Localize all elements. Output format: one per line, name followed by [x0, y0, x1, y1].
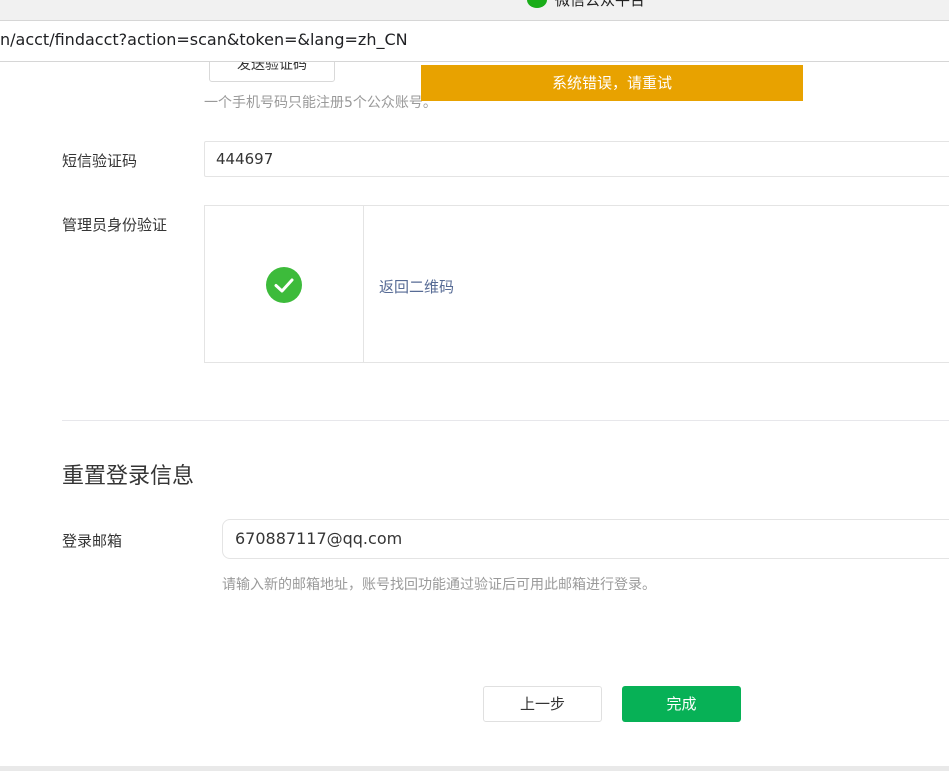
url-text[interactable]: n/acct/findacct?action=scan&token=&lang=… — [0, 30, 408, 49]
login-email-label: 登录邮箱 — [62, 532, 123, 550]
page-bottom-bar — [0, 766, 949, 771]
sms-code-label: 短信验证码 — [62, 152, 138, 170]
wechat-icon — [527, 0, 547, 8]
send-code-button[interactable]: 发送验证码 — [209, 62, 335, 82]
admin-verify-label: 管理员身份验证 — [62, 216, 168, 234]
admin-verify-box: 返回二维码 — [204, 205, 949, 363]
error-toast: 系统错误，请重试 — [421, 65, 803, 101]
address-bar[interactable]: n/acct/findacct?action=scan&token=&lang=… — [0, 20, 949, 62]
login-email-tip: 请输入新的邮箱地址，账号找回功能通过验证后可用此邮箱进行登录。 — [222, 577, 656, 593]
section-divider — [62, 420, 949, 421]
sms-code-input[interactable]: 444697 — [204, 141, 949, 177]
page-content: 发送验证码 一个手机号码只能注册5个公众账号。 系统错误，请重试 短信验证码 4… — [0, 62, 949, 771]
phone-limit-tip: 一个手机号码只能注册5个公众账号。 — [204, 95, 437, 111]
verify-status-cell — [205, 206, 364, 362]
done-button[interactable]: 完成 — [622, 686, 741, 722]
login-email-input[interactable]: 670887117@qq.com — [222, 519, 949, 559]
tab-title[interactable]: 微信公众平台 — [555, 0, 645, 10]
reset-login-title: 重置登录信息 — [62, 464, 195, 489]
check-circle-icon — [266, 267, 302, 303]
browser-tabstrip: 微信公众平台 — [0, 0, 949, 20]
back-to-qrcode-link[interactable]: 返回二维码 — [379, 276, 454, 297]
prev-step-button[interactable]: 上一步 — [483, 686, 602, 722]
